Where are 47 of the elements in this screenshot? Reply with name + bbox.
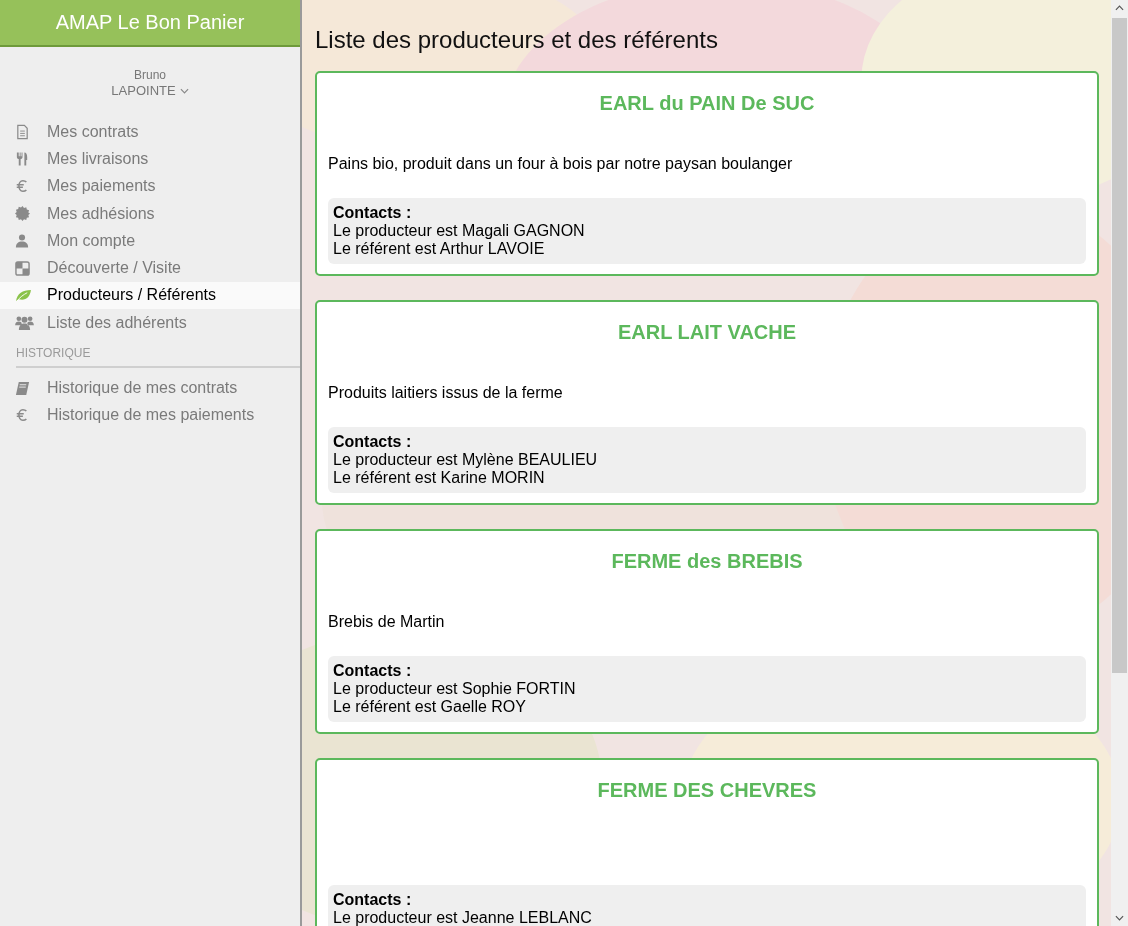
contacts-label: Contacts : [333, 662, 413, 680]
badge-icon [15, 206, 30, 222]
user-icon [15, 233, 29, 249]
producer-description: Brebis de Martin [328, 613, 445, 630]
nav-item[interactable]: Mes contrats [0, 118, 300, 146]
contact-line: Le producteur est Jeanne LEBLANC [333, 909, 593, 926]
nav-item[interactable]: Liste des adhérents [0, 309, 300, 337]
contact-line: Le référent est Gaelle ROY [333, 698, 527, 716]
contact-line: Le producteur est Magali GAGNON [333, 222, 586, 240]
scroll-down-icon[interactable] [1115, 915, 1124, 921]
producer-name: FERME DES CHEVRES [596, 778, 818, 803]
scroll-up-icon[interactable] [1115, 5, 1124, 11]
contact-line: Le référent est Arthur LAVOIE [333, 240, 546, 258]
leaf-icon [15, 288, 32, 302]
users-icon [15, 315, 34, 331]
nav-item[interactable]: Mes adhésions [0, 199, 300, 228]
nav-item[interactable]: Mes paiements [0, 172, 300, 200]
producer-name: EARL LAIT VACHE [616, 320, 798, 345]
user-menu[interactable]: LAPOINTE [111, 83, 189, 98]
nav-item[interactable]: Mes livraisons [0, 145, 300, 173]
contact-line: Le référent est Karine MORIN [333, 469, 546, 487]
caret-icon [179, 87, 189, 94]
producer-description: Pains bio, produit dans un four à bois par notre paysan boulanger [328, 155, 793, 172]
user-first-name: Bruno [134, 67, 166, 83]
cutlery-icon [15, 150, 30, 167]
app-title: AMAP Le Bon Panier [0, 0, 300, 47]
nav-item[interactable]: Producteurs / Référents [0, 281, 300, 310]
euro-icon [15, 178, 29, 195]
producer-name: EARL du PAIN De SUC [598, 91, 816, 116]
section-heading: HISTORIQUE [16, 346, 300, 369]
euro-icon [15, 407, 29, 424]
nav-item[interactable]: Découverte / Visite [0, 254, 300, 282]
contacts-label: Contacts : [333, 433, 413, 451]
checkerboard-icon [15, 260, 30, 276]
nav-item[interactable]: Historique de mes paiements [0, 401, 300, 429]
nav-item[interactable]: Historique de mes contrats [0, 374, 300, 402]
nav-item[interactable]: Mon compte [0, 227, 300, 255]
producer-name: FERME des BREBIS [610, 549, 804, 574]
scrollbar[interactable] [1111, 0, 1128, 926]
producer-description: Produits laitiers issus de la ferme [328, 384, 563, 401]
contacts-label: Contacts : [333, 204, 413, 222]
book-icon [15, 380, 30, 396]
page-title: Liste des producteurs et des référents [315, 26, 719, 54]
contact-line: Le producteur est Sophie FORTIN [333, 680, 577, 698]
document-icon [15, 123, 30, 140]
contact-line: Le producteur est Mylène BEAULIEU [333, 451, 599, 469]
contacts-label: Contacts : [333, 891, 413, 909]
